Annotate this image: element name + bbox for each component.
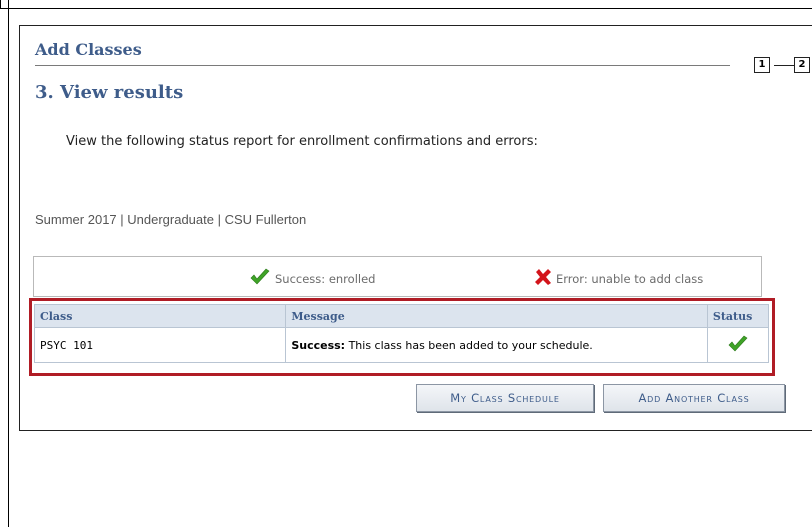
- step-heading: 3. View results: [35, 82, 184, 103]
- add-another-class-label: Add Another Class: [638, 391, 750, 405]
- outer-frame-left: [8, 0, 9, 527]
- instructions-text: View the following status report for enr…: [66, 134, 538, 149]
- legend-success: Success: enrolled: [249, 268, 375, 289]
- check-icon: [727, 335, 749, 356]
- class-cell: PSYC 101: [33, 327, 287, 363]
- step-indicator-1: 1: [754, 57, 770, 73]
- column-header-message: Message: [285, 304, 708, 328]
- add-another-class-button[interactable]: Add Another Class: [603, 384, 785, 412]
- step-indicator-2: 2: [794, 57, 810, 73]
- legend-error: Error: unable to add class: [534, 268, 703, 289]
- my-class-schedule-button[interactable]: My Class Schedule: [416, 384, 594, 412]
- message-status: Success:: [291, 338, 346, 352]
- outer-frame-top: [0, 0, 812, 9]
- status-cell: [706, 327, 770, 363]
- legend-error-label: Error: unable to add class: [556, 271, 704, 286]
- legend-success-label: Success: enrolled: [275, 271, 376, 286]
- status-legend: Success: enrolled Error: unable to add c…: [33, 256, 762, 297]
- x-icon: [534, 268, 552, 289]
- page-title: Add Classes: [35, 40, 142, 59]
- my-class-schedule-label: My Class Schedule: [450, 391, 560, 405]
- step-connector: [774, 65, 794, 66]
- term-info: Summer 2017 | Undergraduate | CSU Fuller…: [35, 212, 307, 227]
- table-row: PSYC 101 Success: This class has been ad…: [33, 327, 770, 363]
- results-table: Class Message Status PSYC 101 Success: T…: [33, 304, 770, 363]
- column-header-class: Class: [33, 304, 287, 328]
- results-highlight: Class Message Status PSYC 101 Success: T…: [29, 298, 775, 376]
- outer-frame-stub: [0, 0, 1, 8]
- message-text: This class has been added to your schedu…: [345, 338, 593, 352]
- column-header-status: Status: [706, 304, 770, 328]
- check-icon: [249, 268, 271, 289]
- title-divider: [35, 65, 730, 66]
- table-header-row: Class Message Status: [33, 304, 770, 328]
- message-cell: Success: This class has been added to yo…: [285, 327, 708, 363]
